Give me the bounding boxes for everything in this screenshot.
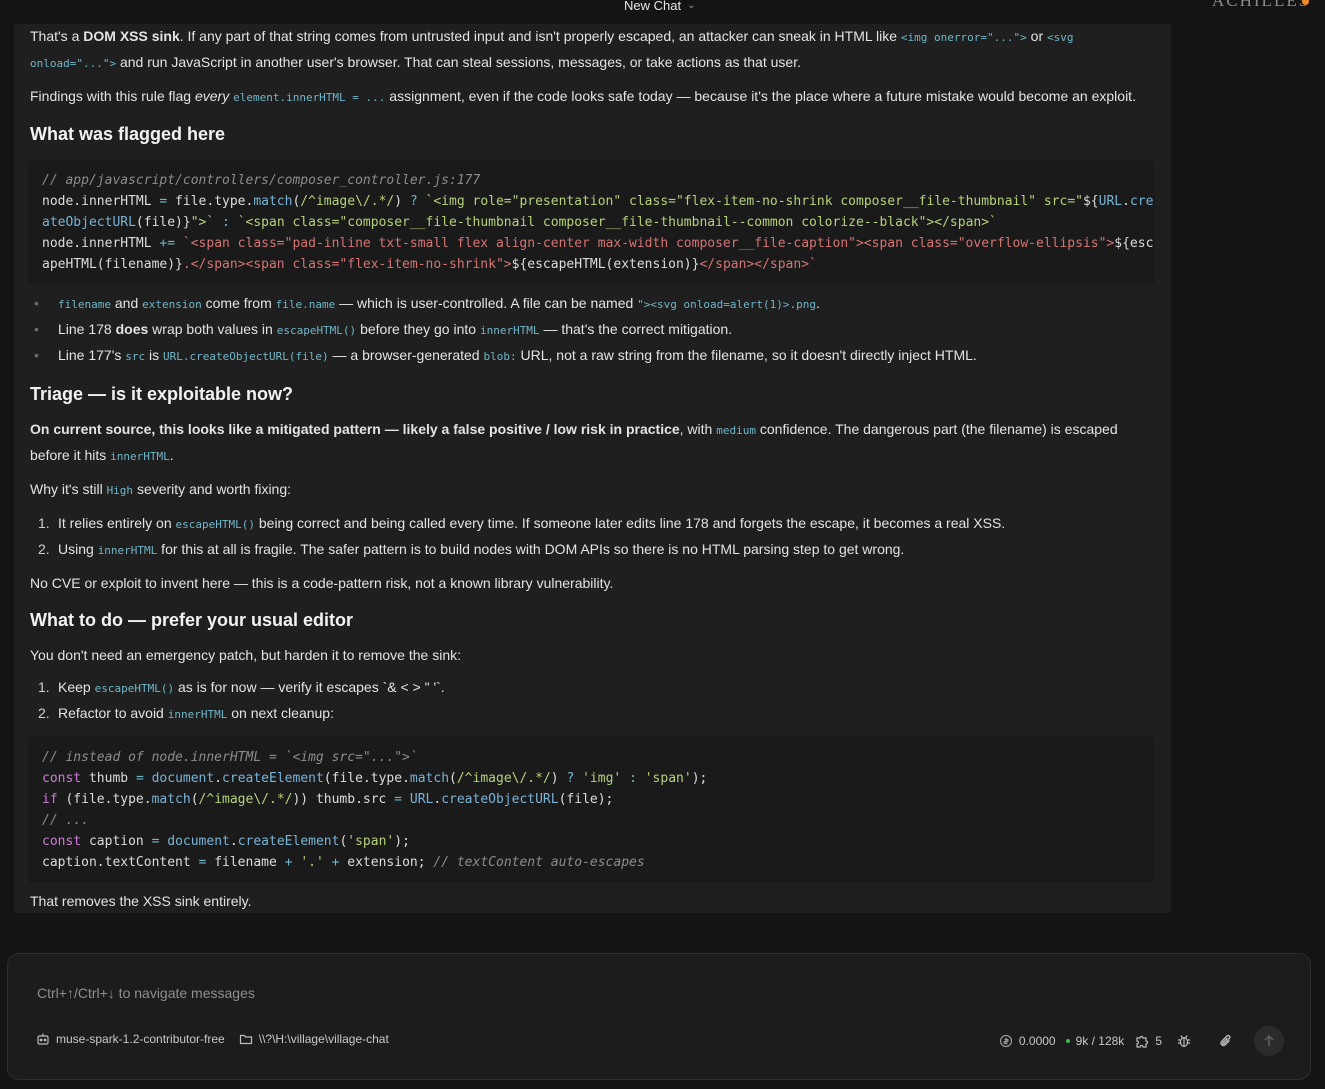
triage-paragraph: On current source, this looks like a mit… — [30, 421, 1118, 463]
model-name: muse-spark-1.2-contributor-free — [56, 1032, 225, 1046]
robot-icon — [36, 1032, 50, 1046]
workspace-path: \\?\H:\village\village-chat — [258, 1032, 389, 1046]
numbered-list: 1. It relies entirely on escapeHTML() bei… — [30, 511, 1155, 563]
model-selector[interactable]: muse-spark-1.2-contributor-free — [36, 1032, 225, 1046]
cost-indicator: 0.0000 — [999, 1034, 1056, 1048]
chat-title: New Chat — [624, 0, 682, 13]
debug-button[interactable] — [1172, 1029, 1196, 1053]
list-item: Line 178 does wrap both values in escape… — [30, 317, 1155, 343]
intro-paragraph-2: Findings with this rule flag every eleme… — [30, 88, 1136, 104]
section-heading: Triage — is it exploitable now? — [30, 384, 294, 404]
inline-code: element.innerHTML = ... — [233, 91, 386, 104]
brand-logo: ACHILLES — [1212, 0, 1311, 10]
list-item: 2. Using innerHTML for this at all is fra… — [38, 541, 905, 557]
composer-meta-left: muse-spark-1.2-contributor-free \\?\H:\v… — [36, 1032, 389, 1046]
top-bar: New Chat ⌄ ACHILLES — [0, 0, 1325, 24]
status-dot — [1065, 1039, 1070, 1043]
token-indicator: 9k / 128k — [1065, 1034, 1125, 1048]
puzzle-icon — [1134, 1034, 1149, 1049]
plugins-button[interactable]: 5 — [1134, 1034, 1162, 1049]
numbered-list: 1. Keep escapeHTML() as is for now — veri… — [30, 675, 1155, 727]
bug-icon — [1176, 1033, 1192, 1049]
attach-button[interactable] — [1214, 1029, 1238, 1053]
token-count: 9k / 128k — [1075, 1034, 1125, 1048]
cve-paragraph: No CVE or exploit to invent here — this … — [30, 575, 614, 591]
severity-paragraph: Why it's still High severity and worth f… — [30, 481, 292, 497]
intro-paragraph-1: That's a DOM XSS sink. If any part of th… — [30, 28, 1074, 70]
paperclip-icon — [1218, 1033, 1234, 1049]
workspace-selector[interactable]: \\?\H:\village\village-chat — [239, 1032, 389, 1046]
assistant-message: That's a DOM XSS sink. If any part of th… — [14, 24, 1171, 913]
list-item: 1. Keep escapeHTML() as is for now — veri… — [38, 679, 445, 695]
code-block: // instead of node.innerHTML = `<img src… — [28, 737, 1155, 883]
send-button[interactable] — [1254, 1026, 1284, 1056]
arrow-up-icon — [1262, 1034, 1276, 1048]
list-item: 1. It relies entirely on escapeHTML() bei… — [38, 515, 1006, 531]
folder-icon — [239, 1032, 253, 1046]
cost-value: 0.0000 — [1018, 1034, 1056, 1048]
inline-code: <img onerror="..."> — [900, 31, 1027, 44]
bullet-list: filename and extension come from file.na… — [30, 291, 1155, 369]
message-input[interactable] — [35, 984, 939, 1002]
chat-title-dropdown[interactable]: New Chat ⌄ — [624, 0, 695, 13]
list-item: 2. Refactor to avoid innerHTML on next cl… — [38, 705, 334, 721]
coin-icon — [999, 1034, 1013, 1048]
plugins-count: 5 — [1155, 1034, 1162, 1048]
composer-meta-right: 0.0000 9k / 128k 5 — [999, 1026, 1284, 1056]
section-heading: What was flagged here — [30, 124, 226, 144]
section-heading: What to do — prefer your usual editor — [30, 610, 354, 630]
list-item: Line 177's src is URL.createObjectURL(fi… — [30, 343, 1155, 369]
composer: muse-spark-1.2-contributor-free \\?\H:\v… — [7, 953, 1311, 1080]
chevron-down-icon: ⌄ — [687, 0, 696, 11]
code-block: // app/javascript/controllers/composer_c… — [28, 160, 1155, 285]
list-item: filename and extension come from file.na… — [30, 291, 1155, 317]
fix-paragraph: You don't need an emergency patch, but h… — [30, 647, 461, 663]
closing-paragraph: That removes the XSS sink entirely. — [30, 893, 252, 909]
